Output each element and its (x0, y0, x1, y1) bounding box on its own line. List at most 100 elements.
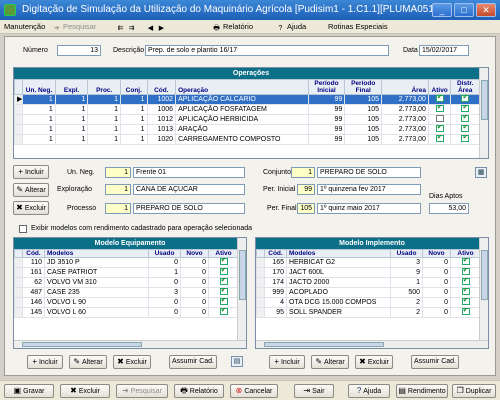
implemento-ativo-checkbox[interactable] (461, 308, 470, 315)
im-excluir-button[interactable]: ✖ Excluir (355, 355, 393, 369)
eq-col-ativo[interactable]: Ativo (208, 249, 239, 258)
implemento-row[interactable]: 165 HERBICAT G2 3 0 (256, 257, 481, 268)
duplicar-button[interactable]: ❐ Duplicar (452, 384, 496, 398)
pesquisar-button[interactable]: ➔ Pesquisar (116, 384, 168, 398)
op-incluir-button[interactable]: + Incluir (13, 165, 49, 179)
col-area[interactable]: Área (381, 79, 429, 95)
col-operacao[interactable]: Operação (175, 79, 309, 95)
equipamento-row[interactable]: 146 VOLVO L 90 0 0 (14, 297, 239, 308)
rendimento-button[interactable]: ▤ Rendimento (396, 384, 448, 398)
implemento-row[interactable]: 999 ACOPLADO 500 0 (256, 287, 481, 298)
implemento-ativo-checkbox[interactable] (461, 258, 470, 265)
eq-col-novo[interactable]: Novo (180, 249, 209, 258)
im-assumir-button[interactable]: Assumir Cad. (411, 355, 459, 369)
implemento-row[interactable]: 170 JACT 600L 9 0 (256, 267, 481, 278)
processo-code[interactable]: 1 (105, 203, 131, 214)
operacao-row[interactable]: 1 1 1 1 1020 CARREGAMENTO COMPOSTO 99 105 2.773,… (14, 134, 480, 145)
descricao-field[interactable]: Prep. de solo e plantio 16/17 (145, 45, 389, 56)
ativo-checkbox[interactable] (435, 95, 444, 102)
equipamento-row[interactable]: 487 CASE 235 3 0 (14, 287, 239, 298)
operacao-row[interactable]: 1 1 1 1 1012 APLICAÇÃO HERBICIDA 99 105 2.773,00 (14, 114, 480, 125)
equipamento-ativo-checkbox[interactable] (219, 268, 228, 275)
im-incluir-button[interactable]: + Incluir (269, 355, 305, 369)
implemento-ativo-checkbox[interactable] (461, 288, 470, 295)
op-excluir-button[interactable]: ✖ Excluir (13, 201, 49, 215)
implemento-hscroll[interactable] (256, 340, 488, 348)
distr-area-checkbox[interactable] (461, 135, 470, 142)
eq-col-cod[interactable]: Cód. (22, 249, 45, 258)
distr-area-checkbox[interactable] (461, 105, 470, 112)
equipamento-ativo-checkbox[interactable] (219, 298, 228, 305)
col-periodo-inicial[interactable]: Período Inicial (307, 79, 346, 95)
calculator-icon[interactable]: ▤ (231, 356, 243, 367)
implemento-row[interactable]: 4 OTA DCG 15.000 COMPOS 2 0 (256, 297, 481, 308)
gravar-button[interactable]: ▣ Gravar (4, 384, 54, 398)
equipamento-ativo-checkbox[interactable] (219, 258, 228, 265)
ajuda-button[interactable]: ? Ajuda (348, 384, 390, 398)
cancelar-button[interactable]: ⊗ Cancelar (230, 384, 278, 398)
operacao-row[interactable]: 1 1 1 1 1006 APLICAÇÃO FOSFATAGEM 99 105 2.773,0… (14, 104, 480, 115)
conjunto-code[interactable]: 1 (291, 167, 315, 178)
implemento-ativo-checkbox[interactable] (461, 298, 470, 305)
eq-alterar-button[interactable]: ✎ Alterar (69, 355, 107, 369)
equipamento-ativo-checkbox[interactable] (219, 278, 228, 285)
sair-button[interactable]: ⇥ Sair (294, 384, 334, 398)
col-ativo[interactable]: Ativo (427, 79, 452, 95)
implemento-row[interactable]: 174 JACTO 2000 1 0 (256, 277, 481, 288)
menu-manutencao[interactable]: Manutenção (4, 22, 45, 31)
col-periodo-final[interactable]: Período Final (344, 79, 383, 95)
operacao-row[interactable]: 1 1 1 1 1013 ARAÇÃO 99 105 2.773,00 (14, 124, 480, 135)
col-proc[interactable]: Proc. (87, 79, 122, 95)
menu-pesquisar[interactable]: ➔ Pesquisar (52, 22, 97, 33)
menu-relatorio[interactable]: 🖶 Relatório (212, 22, 253, 33)
im-col-usado[interactable]: Usado (390, 249, 423, 258)
operacao-row[interactable]: ▶ 1 1 1 1 1002 APLICAÇÃO CALCARIO 99 105 2.773,00 (14, 94, 480, 105)
numero-field[interactable]: 13 (57, 45, 101, 56)
implemento-ativo-checkbox[interactable] (461, 268, 470, 275)
excluir-button[interactable]: ✖ Excluir (60, 384, 110, 398)
menu-prev-next[interactable]: ◀ ▶ (146, 22, 168, 33)
im-col-ativo[interactable]: Ativo (450, 249, 481, 258)
equipamento-row[interactable]: 62 VOLVO VM 310 0 0 (14, 277, 239, 288)
implemento-row[interactable]: 95 SOLL SPANDER 2 0 (256, 307, 481, 318)
im-alterar-button[interactable]: ✎ Alterar (311, 355, 349, 369)
maximize-button[interactable]: □ (454, 3, 474, 17)
exibir-checkbox[interactable] (19, 225, 27, 233)
im-col-modelos[interactable]: Modelos (286, 249, 391, 258)
equipamento-hscroll[interactable] (14, 340, 246, 348)
implemento-ativo-checkbox[interactable] (461, 278, 470, 285)
operacoes-vscroll[interactable] (479, 68, 488, 158)
exploracao-code[interactable]: 1 (105, 184, 131, 195)
equipamento-ativo-checkbox[interactable] (219, 308, 228, 315)
dias-aptos-field[interactable]: 53,00 (429, 203, 469, 214)
distr-area-checkbox[interactable] (461, 95, 470, 102)
col-un-neg[interactable]: Un. Neg. (22, 79, 56, 95)
close-button[interactable]: ✕ (476, 3, 496, 17)
per-final-code[interactable]: 105 (297, 203, 315, 214)
eq-col-modelos[interactable]: Modelos (44, 249, 149, 258)
distr-area-checkbox[interactable] (461, 115, 470, 122)
col-distr-area[interactable]: Distr. Área (450, 79, 480, 95)
minimize-button[interactable]: _ (432, 3, 452, 17)
menu-rotinas[interactable]: Rotinas Especiais (328, 22, 388, 31)
col-conj[interactable]: Conj. (120, 79, 148, 95)
ativo-checkbox[interactable] (435, 105, 444, 112)
per-inicial-code[interactable]: 99 (297, 184, 315, 195)
equipamento-vscroll[interactable] (237, 238, 246, 342)
calendar-icon[interactable]: ▦ (475, 167, 487, 178)
menu-ajuda[interactable]: ? Ajuda (276, 22, 307, 33)
equipamento-row[interactable]: 145 VOLVO L 60 0 0 (14, 307, 239, 318)
data-field[interactable]: 15/02/2017 (419, 45, 469, 56)
col-expl[interactable]: Expl. (54, 79, 89, 95)
equipamento-row[interactable]: 161 CASE PATRIOT 1 0 (14, 267, 239, 278)
menu-nav[interactable]: ⇇ ⇉ (116, 22, 138, 33)
un-neg-code[interactable]: 1 (105, 167, 131, 178)
eq-col-usado[interactable]: Usado (148, 249, 181, 258)
implemento-vscroll[interactable] (479, 238, 488, 342)
equipamento-row[interactable]: 110 JD 3510 P00 (14, 257, 239, 268)
ativo-checkbox[interactable] (435, 125, 444, 132)
distr-area-checkbox[interactable] (461, 125, 470, 132)
relatorio-button[interactable]: 🖶 Relatório (174, 384, 224, 398)
ativo-checkbox[interactable] (435, 135, 444, 142)
col-cod[interactable]: Cód. (146, 79, 177, 95)
